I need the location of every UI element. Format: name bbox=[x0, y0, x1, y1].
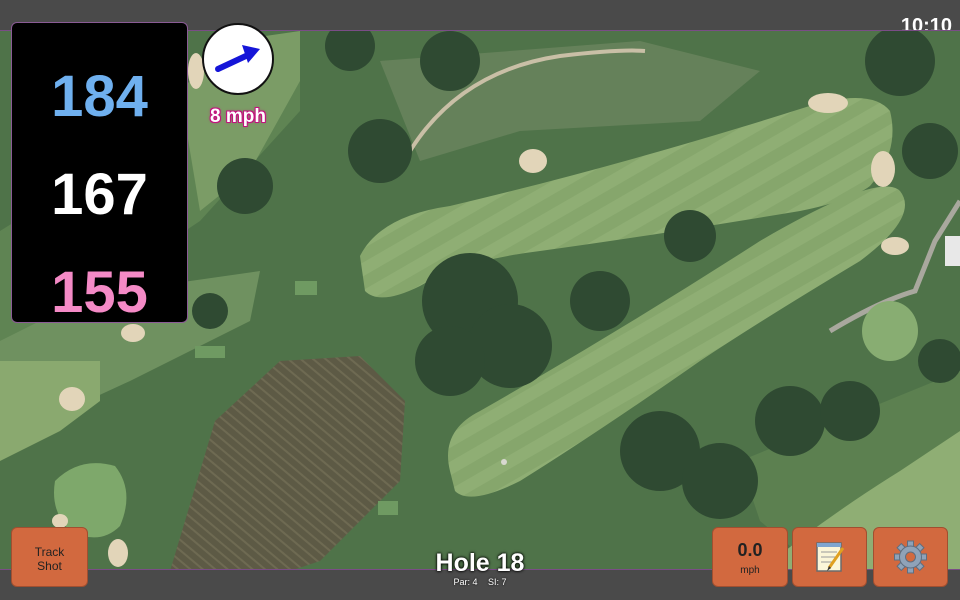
notepad-icon bbox=[816, 542, 845, 572]
speed-button[interactable]: 0.0 mph bbox=[712, 527, 788, 587]
arrow-right-up-icon bbox=[215, 45, 260, 72]
hole-title: Hole 18 bbox=[435, 549, 525, 577]
gear-icon bbox=[894, 540, 927, 574]
speed-value: 0.0 bbox=[737, 540, 763, 560]
hole-info: Par: 4 SI: 7 bbox=[380, 577, 580, 587]
settings-button[interactable] bbox=[873, 527, 948, 587]
speed-unit: mph bbox=[740, 565, 760, 576]
wind-speed-label: 8 mph bbox=[210, 106, 266, 127]
distance-middle: 167 bbox=[51, 162, 148, 227]
wind-direction-dial bbox=[202, 23, 274, 95]
distance-back: 184 bbox=[51, 64, 148, 129]
hole-par: Par: 4 bbox=[453, 577, 478, 587]
hole-stroke-index: SI: 7 bbox=[488, 577, 507, 587]
track-shot-label-line2: Shot bbox=[37, 559, 62, 573]
track-shot-button[interactable]: Track Shot bbox=[11, 527, 88, 587]
distance-front: 155 bbox=[51, 260, 148, 325]
distance-panel: 184 167 155 bbox=[11, 22, 188, 323]
track-shot-label-line1: Track bbox=[34, 545, 65, 559]
notes-button[interactable] bbox=[792, 527, 867, 587]
